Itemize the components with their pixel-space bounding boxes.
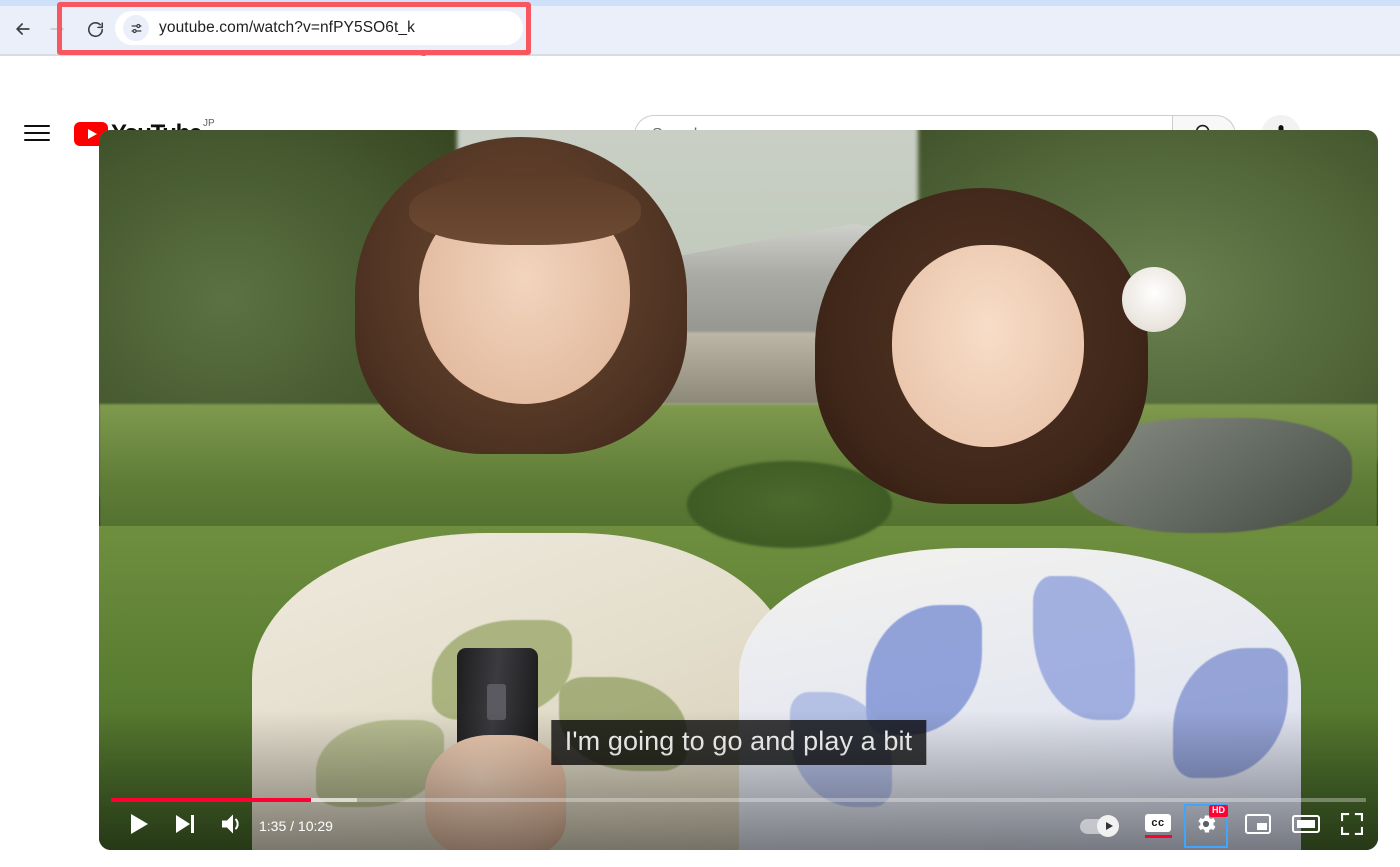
video-player[interactable]: I'm going to go and play a bit 1:35 / 10…	[99, 130, 1378, 850]
scene-shrub	[687, 461, 892, 548]
next-video-button[interactable]	[167, 808, 203, 844]
reload-icon	[86, 20, 105, 39]
autoplay-toggle-knob	[1097, 814, 1119, 837]
settings-button[interactable]: HD	[1184, 804, 1228, 848]
person-right-hair-flower	[1122, 266, 1187, 332]
site-settings-icon[interactable]	[123, 15, 149, 41]
back-button[interactable]	[6, 12, 40, 46]
miniplayer-icon	[1245, 813, 1271, 840]
captions-active-indicator	[1144, 835, 1172, 838]
autoplay-toggle[interactable]	[1076, 814, 1120, 838]
back-arrow-icon	[13, 19, 33, 39]
captions-icon: cc	[1145, 814, 1171, 832]
volume-button[interactable]	[214, 808, 250, 844]
captions-button[interactable]: cc	[1140, 811, 1176, 841]
forward-button[interactable]	[40, 12, 74, 46]
time-display: 1:35 / 10:29	[259, 818, 333, 834]
url-bar[interactable]: youtube.com/watch?v=nfPY5SO6t_k	[115, 11, 523, 45]
theater-mode-icon	[1292, 813, 1320, 840]
quality-hd-badge: HD	[1209, 805, 1228, 817]
selfie-stick-button	[486, 684, 506, 721]
browser-window: youtube.com/watch?v=nfPY5SO6t_k YouTube …	[0, 0, 1400, 867]
youtube-header: YouTube JP Search	[0, 56, 1400, 155]
hamburger-menu-icon[interactable]	[24, 120, 50, 146]
reload-button[interactable]	[78, 12, 112, 46]
person-right-face	[891, 245, 1084, 447]
next-video-icon	[174, 814, 196, 839]
player-controls: 1:35 / 10:29 cc HD	[99, 802, 1378, 850]
forward-arrow-icon	[47, 19, 67, 39]
autoplay-toggle-track	[1080, 814, 1119, 837]
video-caption: I'm going to go and play a bit	[550, 720, 927, 765]
play-icon	[129, 813, 149, 840]
youtube-country-code: JP	[203, 118, 215, 129]
miniplayer-button[interactable]	[1240, 808, 1276, 844]
fullscreen-icon	[1340, 812, 1364, 840]
url-text: youtube.com/watch?v=nfPY5SO6t_k	[159, 19, 415, 36]
volume-icon	[220, 813, 244, 840]
fullscreen-button[interactable]	[1334, 808, 1370, 844]
play-button[interactable]	[121, 808, 157, 844]
theater-mode-button[interactable]	[1288, 808, 1324, 844]
person-left-bangs	[408, 173, 642, 246]
